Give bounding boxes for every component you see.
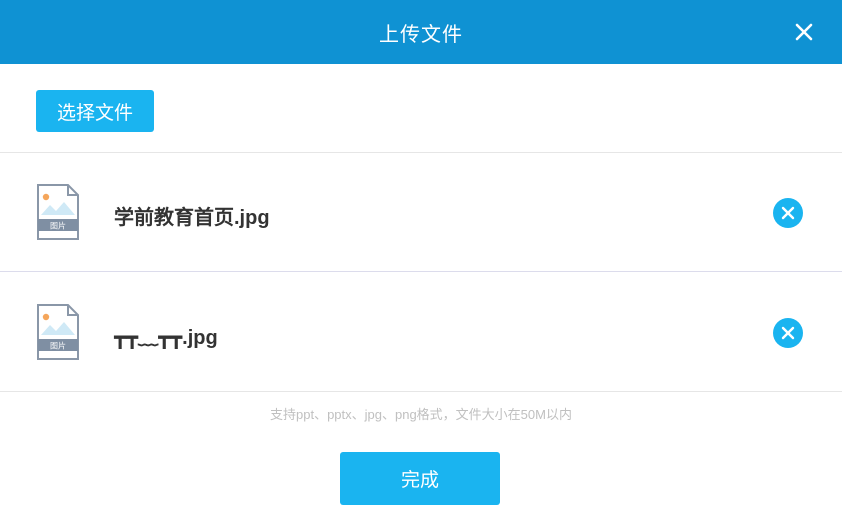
file-list-item: 图片 学前教育首页.jpg — [0, 153, 842, 272]
file-name: ┳┳﹏┳┳.jpg — [114, 327, 218, 349]
file-type-badge: 图片 — [50, 341, 66, 351]
toolbar: 选择文件 — [0, 64, 842, 153]
upload-dialog: 上传文件 选择文件 图片 学前教育首页.jpg 图片 ┳┳﹏┳┳.jpg 支持p… — [0, 0, 842, 530]
file-name: 学前教育首页.jpg — [114, 207, 270, 229]
close-icon[interactable] — [794, 22, 814, 42]
image-file-icon: 图片 — [37, 304, 79, 360]
dialog-title: 上传文件 — [379, 23, 463, 46]
choose-file-button[interactable]: 选择文件 — [36, 90, 154, 132]
image-file-icon: 图片 — [37, 184, 79, 240]
file-list-item: 图片 ┳┳﹏┳┳.jpg — [0, 273, 842, 392]
dialog-header: 上传文件 — [0, 0, 842, 64]
format-hint: 支持ppt、pptx、jpg、png格式，文件大小在50M以内 — [270, 407, 572, 422]
file-type-badge: 图片 — [50, 221, 66, 231]
remove-circle-icon[interactable] — [773, 318, 803, 348]
remove-circle-icon[interactable] — [773, 198, 803, 228]
done-button[interactable]: 完成 — [340, 452, 500, 505]
